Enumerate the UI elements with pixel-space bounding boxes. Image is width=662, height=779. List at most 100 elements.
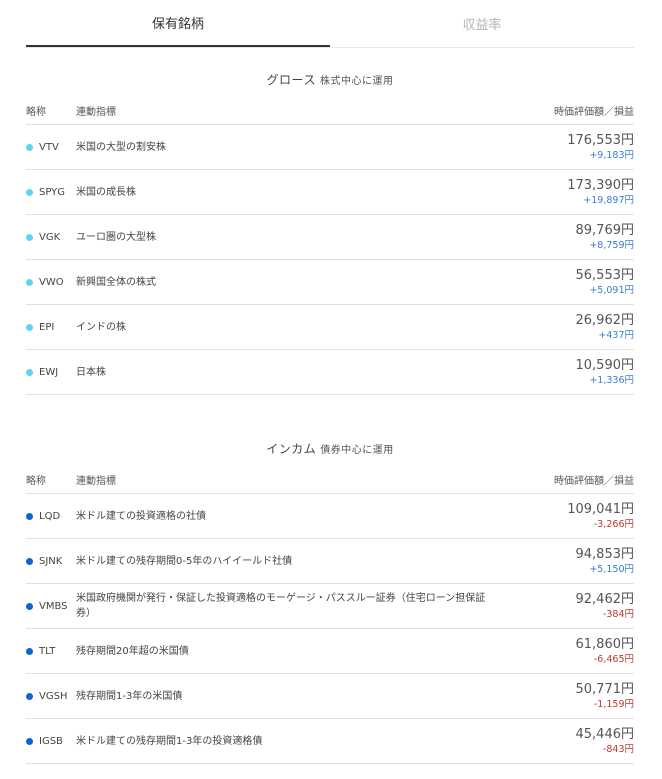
holding-row-vmbs[interactable]: VMBS 米国政府機関が発行・保証した投資適格のモーゲージ・パススルー証券（住宅ロ… xyxy=(26,584,634,629)
series-dot-icon xyxy=(26,602,33,610)
holding-profit-loss: +1,336円 xyxy=(589,375,634,386)
holding-values: 94,853円 +5,150円 xyxy=(576,546,635,576)
holding-row-tlt[interactable]: TLT 残存期間20年超の米国債 61,860円 -6,465円 xyxy=(26,629,634,674)
holding-market-value: 26,962円 xyxy=(575,313,635,328)
holding-ticker: VWO xyxy=(39,276,64,288)
income-section: インカム 債券中心に運用 略称 連動指標 時価評価額／損益 LQD 米ドル建ての投資… xyxy=(26,440,634,764)
holding-row-igsb[interactable]: IGSB 米ドル建ての残存期間1-3年の投資適格債 45,446円 -843円 xyxy=(26,719,634,764)
holding-profit-loss: +9,183円 xyxy=(589,150,634,161)
series-dot-icon xyxy=(26,143,33,151)
holding-values: 176,553円 +9,183円 xyxy=(567,132,634,162)
holding-market-value: 61,860円 xyxy=(575,637,635,652)
holding-ticker: LQD xyxy=(39,510,61,522)
holding-row-lqd[interactable]: LQD 米ドル建ての投資適格の社債 109,041円 -3,266円 xyxy=(26,494,634,539)
holding-values: 109,041円 -3,266円 xyxy=(567,501,634,531)
series-dot-icon xyxy=(26,512,33,520)
series-dot-icon xyxy=(26,188,33,196)
holding-row-epi[interactable]: EPI インドの株 26,962円 +437円 xyxy=(26,305,634,350)
series-dot-icon xyxy=(26,647,33,655)
holding-market-value: 56,553円 xyxy=(575,268,635,283)
income-column-header: 略称 連動指標 時価評価額／損益 xyxy=(26,468,634,494)
column-index: 連動指標 xyxy=(76,107,116,118)
holding-profit-loss: -1,159円 xyxy=(593,699,634,710)
holding-profit-loss: +5,150円 xyxy=(589,564,634,575)
holding-index: 残存期間20年超の米国債 xyxy=(76,645,189,657)
holding-market-value: 10,590円 xyxy=(575,358,635,373)
series-dot-icon xyxy=(26,692,33,700)
holding-index: 日本株 xyxy=(76,366,106,378)
tab-returns[interactable]: 収益率 xyxy=(330,0,634,47)
holding-market-value: 94,853円 xyxy=(575,547,635,562)
column-value: 時価評価額／損益 xyxy=(554,107,634,118)
holding-ticker: VTV xyxy=(39,141,59,153)
column-index: 連動指標 xyxy=(76,476,116,487)
holding-market-value: 176,553円 xyxy=(567,133,634,148)
tab-bar: 保有銘柄 収益率 xyxy=(26,0,634,48)
holding-profit-loss: +437円 xyxy=(598,330,634,341)
holding-market-value: 109,041円 xyxy=(567,502,634,517)
holding-market-value: 89,769円 xyxy=(575,223,635,238)
holding-ticker: EPI xyxy=(39,321,55,333)
holding-values: 61,860円 -6,465円 xyxy=(576,636,635,666)
holding-values: 10,590円 +1,336円 xyxy=(576,357,635,387)
growth-section: グロース 株式中心に運用 略称 連動指標 時価評価額／損益 VTV 米国の大型の割安… xyxy=(26,71,634,395)
holding-ticker: EWJ xyxy=(39,366,59,378)
holding-row-spyg[interactable]: SPYG 米国の成長株 173,390円 +19,897円 xyxy=(26,170,634,215)
holding-values: 56,553円 +5,091円 xyxy=(576,267,635,297)
holding-ticker: IGSB xyxy=(39,735,63,747)
holding-ticker: VGSH xyxy=(39,690,68,702)
holding-index: 米ドル建ての投資適格の社債 xyxy=(76,510,206,522)
holding-values: 173,390円 +19,897円 xyxy=(567,177,634,207)
holding-market-value: 50,771円 xyxy=(575,682,635,697)
holding-index: 米国の大型の割安株 xyxy=(76,141,166,153)
growth-holdings-list: VTV 米国の大型の割安株 176,553円 +9,183円 SPYG 米国の成長株 173… xyxy=(26,125,634,395)
holding-profit-loss: +8,759円 xyxy=(589,240,634,251)
holding-row-vwo[interactable]: VWO 新興国全体の株式 56,553円 +5,091円 xyxy=(26,260,634,305)
holding-index: 残存期間1-3年の米国債 xyxy=(76,690,183,702)
holding-profit-loss: -3,266円 xyxy=(593,519,634,530)
holding-ticker: TLT xyxy=(39,645,56,657)
column-abbr: 略称 xyxy=(26,107,46,118)
holding-profit-loss: +5,091円 xyxy=(589,285,634,296)
holding-profit-loss: +19,897円 xyxy=(583,195,634,206)
holding-row-vtv[interactable]: VTV 米国の大型の割安株 176,553円 +9,183円 xyxy=(26,125,634,170)
holding-values: 50,771円 -1,159円 xyxy=(576,681,635,711)
holding-ticker: SJNK xyxy=(39,555,63,567)
holding-market-value: 45,446円 xyxy=(575,727,635,742)
holding-ticker: SPYG xyxy=(39,186,66,198)
income-section-title: インカム 債券中心に運用 xyxy=(26,440,634,460)
series-dot-icon xyxy=(26,557,33,565)
holding-row-ewj[interactable]: EWJ 日本株 10,590円 +1,336円 xyxy=(26,350,634,395)
holding-values: 89,769円 +8,759円 xyxy=(576,222,635,252)
income-subtitle: 債券中心に運用 xyxy=(320,445,394,456)
holding-index: 米ドル建ての残存期間1-3年の投資適格債 xyxy=(76,735,263,747)
column-value: 時価評価額／損益 xyxy=(554,476,634,487)
series-dot-icon xyxy=(26,737,33,745)
series-dot-icon xyxy=(26,233,33,241)
income-holdings-list: LQD 米ドル建ての投資適格の社債 109,041円 -3,266円 SJNK 米ドル建て… xyxy=(26,494,634,764)
holding-market-value: 92,462円 xyxy=(575,592,635,607)
holding-index: インドの株 xyxy=(76,321,126,333)
holding-row-vgk[interactable]: VGK ユーロ圏の大型株 89,769円 +8,759円 xyxy=(26,215,634,260)
holding-values: 45,446円 -843円 xyxy=(576,726,635,756)
holding-ticker: VMBS xyxy=(39,600,68,612)
series-dot-icon xyxy=(26,278,33,286)
tab-holdings[interactable]: 保有銘柄 xyxy=(26,0,330,47)
holding-index: 米ドル建ての残存期間0-5年のハイイールド社債 xyxy=(76,555,293,567)
holding-row-vgsh[interactable]: VGSH 残存期間1-3年の米国債 50,771円 -1,159円 xyxy=(26,674,634,719)
holding-profit-loss: -384円 xyxy=(602,609,634,620)
holding-values: 26,962円 +437円 xyxy=(576,312,635,342)
holding-profit-loss: -6,465円 xyxy=(593,654,634,665)
holding-ticker: VGK xyxy=(39,231,61,243)
holding-index: 米国の成長株 xyxy=(76,186,136,198)
growth-section-title: グロース 株式中心に運用 xyxy=(26,71,634,91)
income-title: インカム xyxy=(266,442,317,456)
growth-subtitle: 株式中心に運用 xyxy=(319,76,394,87)
holding-index: ユーロ圏の大型株 xyxy=(76,231,156,243)
series-dot-icon xyxy=(26,368,33,376)
series-dot-icon xyxy=(26,323,33,331)
holding-values: 92,462円 -384円 xyxy=(576,591,635,621)
holding-profit-loss: -843円 xyxy=(602,744,634,755)
holding-row-sjnk[interactable]: SJNK 米ドル建ての残存期間0-5年のハイイールド社債 94,853円 +5,150… xyxy=(26,539,634,584)
holding-index: 米国政府機関が発行・保証した投資適格のモーゲージ・パススルー証券（住宅ローン担保… xyxy=(76,593,486,619)
